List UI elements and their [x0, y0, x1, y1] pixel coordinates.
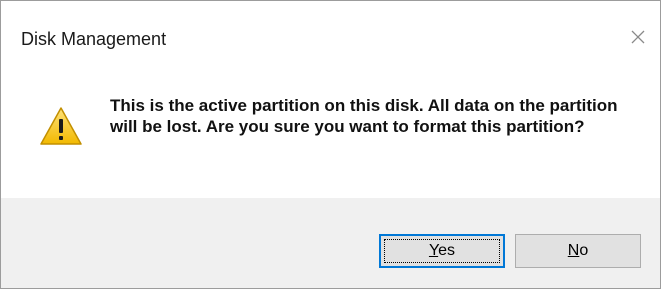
disk-management-dialog: Disk Management This is the active parti… [0, 0, 661, 289]
button-bar: Yes No [1, 198, 660, 288]
yes-button[interactable]: Yes [379, 234, 505, 268]
no-button[interactable]: No [515, 234, 641, 268]
no-mnemonic: N [567, 242, 580, 259]
no-label-rest: o [579, 242, 589, 259]
dialog-message: This is the active partition on this dis… [110, 96, 618, 136]
title-bar[interactable]: Disk Management [1, 1, 660, 71]
yes-label-rest: es [438, 242, 456, 259]
yes-button-label: Yes [429, 242, 455, 260]
close-icon [624, 23, 652, 51]
dialog-content: This is the active partition on this dis… [1, 71, 660, 193]
dialog-title: Disk Management [21, 29, 167, 49]
no-button-label: No [568, 242, 588, 260]
warning-icon [39, 106, 83, 146]
close-button[interactable] [624, 23, 652, 51]
yes-mnemonic: Y [428, 242, 439, 259]
